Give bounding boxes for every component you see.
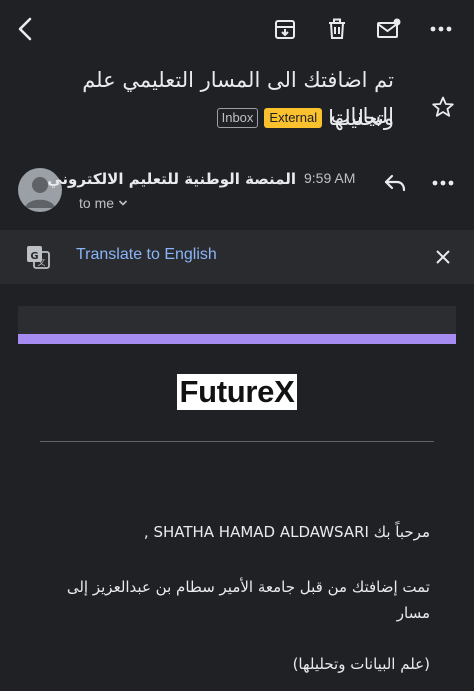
star-outline-icon bbox=[432, 96, 454, 117]
recipient-details-toggle[interactable]: to me bbox=[79, 195, 128, 211]
email-subject-continued: Inbox External وتحليلها bbox=[14, 102, 394, 134]
delete-button[interactable] bbox=[320, 12, 354, 46]
close-translate-button[interactable] bbox=[430, 244, 456, 270]
translate-icon: G文 bbox=[26, 245, 50, 269]
more-horiz-icon bbox=[430, 26, 452, 32]
track-name: (علم البيانات وتحليلها) bbox=[292, 655, 430, 673]
mark-unread-icon bbox=[377, 18, 401, 38]
external-badge: External bbox=[264, 108, 323, 128]
mark-unread-button[interactable] bbox=[372, 12, 406, 46]
recipient-label: to me bbox=[79, 195, 115, 211]
more-horiz-icon bbox=[432, 180, 454, 186]
svg-text:文: 文 bbox=[38, 257, 46, 267]
email-header-banner bbox=[18, 306, 456, 334]
back-arrow-icon bbox=[18, 17, 32, 41]
star-button[interactable] bbox=[428, 92, 458, 122]
translate-bar bbox=[0, 230, 474, 284]
sender-name[interactable]: المنصة الوطنية للتعليم الالكتروني bbox=[47, 168, 296, 190]
email-subject-line2: وتحليلها bbox=[328, 106, 394, 130]
trash-icon bbox=[329, 18, 345, 39]
divider bbox=[40, 441, 434, 442]
sent-time: 9:59 AM bbox=[304, 170, 356, 186]
archive-icon bbox=[275, 20, 295, 39]
top-toolbar bbox=[0, 0, 474, 58]
translate-to-english-link[interactable]: Translate to English bbox=[76, 246, 217, 264]
inbox-label-badge[interactable]: Inbox bbox=[216, 108, 259, 128]
reply-icon bbox=[384, 174, 406, 192]
message-more-button[interactable] bbox=[428, 170, 458, 196]
email-accent-stripe bbox=[18, 334, 456, 344]
back-button[interactable] bbox=[8, 12, 42, 46]
reply-button[interactable] bbox=[380, 170, 410, 196]
archive-button[interactable] bbox=[268, 12, 302, 46]
close-icon bbox=[436, 250, 450, 264]
greeting-text: مرحباً بك SHATHA HAMAD ALDAWSARI , bbox=[143, 523, 430, 541]
futurex-logo: FutureX bbox=[152, 374, 322, 410]
logo-text: FutureX bbox=[177, 374, 297, 410]
chevron-down-icon bbox=[118, 200, 128, 206]
more-options-button[interactable] bbox=[424, 12, 458, 46]
body-paragraph: تمت إضافتك من قبل جامعة الأمير سطام بن ع… bbox=[66, 578, 430, 622]
